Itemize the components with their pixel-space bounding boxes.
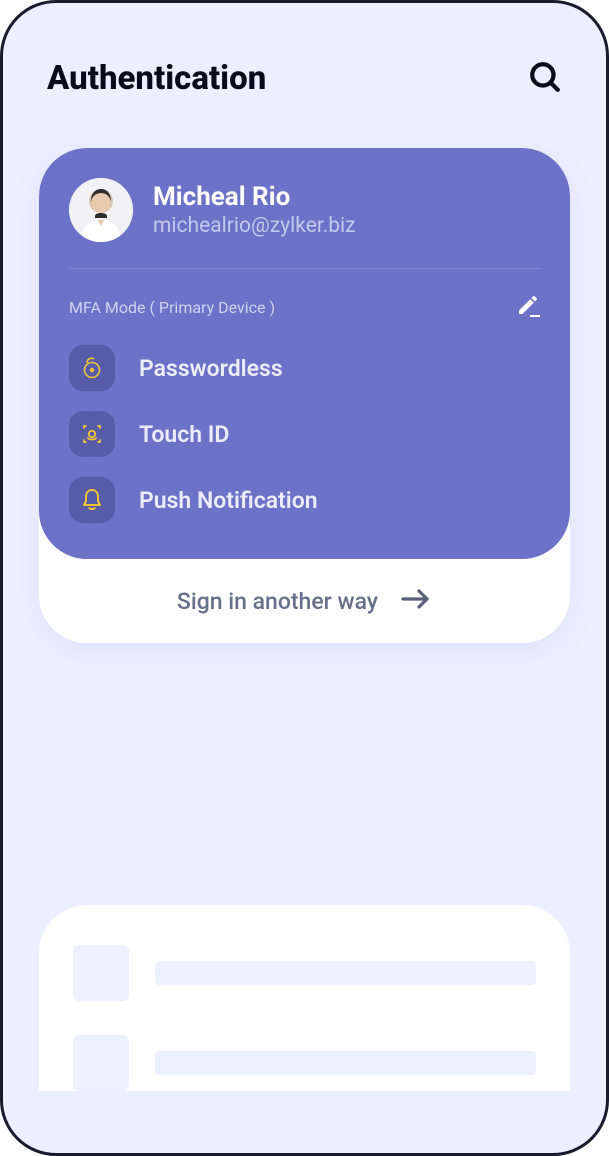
auth-card-wrapper: Micheal Rio michealrio@zylker.biz MFA Mo…	[39, 148, 570, 643]
mfa-item-label: Touch ID	[139, 421, 229, 448]
skeleton-card	[39, 905, 570, 1091]
skeleton-square	[73, 1035, 129, 1091]
divider	[69, 268, 540, 269]
skeleton-bar	[155, 1051, 536, 1075]
profile-email: michealrio@zylker.biz	[153, 214, 356, 238]
page-title: Authentication	[47, 59, 266, 98]
profile-name: Micheal Rio	[153, 182, 356, 212]
auth-card: Micheal Rio michealrio@zylker.biz MFA Mo…	[39, 148, 570, 559]
profile-row: Micheal Rio michealrio@zylker.biz	[69, 178, 540, 242]
skeleton-row	[73, 1035, 536, 1091]
mfa-item-label: Passwordless	[139, 355, 283, 382]
mfa-item-label: Push Notification	[139, 487, 318, 514]
mfa-header: MFA Mode ( Primary Device )	[69, 293, 540, 321]
profile-info: Micheal Rio michealrio@zylker.biz	[153, 182, 356, 238]
signin-label: Sign in another way	[177, 588, 378, 615]
touchid-icon	[69, 411, 115, 457]
skeleton-square	[73, 945, 129, 1001]
mfa-mode-label: MFA Mode ( Primary Device )	[69, 298, 275, 317]
mfa-item-touchid[interactable]: Touch ID	[69, 411, 540, 457]
mfa-item-passwordless[interactable]: Passwordless	[69, 345, 540, 391]
skeleton-row	[73, 945, 536, 1001]
arrow-right-icon	[400, 587, 432, 615]
passwordless-icon	[69, 345, 115, 391]
phone-frame: Authentication	[0, 0, 609, 1156]
mfa-item-push[interactable]: Push Notification	[69, 477, 540, 523]
header: Authentication	[3, 3, 606, 130]
edit-icon[interactable]	[516, 293, 540, 321]
avatar	[69, 178, 133, 242]
signin-another-way[interactable]: Sign in another way	[39, 559, 570, 643]
push-icon	[69, 477, 115, 523]
mfa-list: Passwordless Touch ID	[69, 345, 540, 523]
skeleton-bar	[155, 961, 536, 985]
search-icon[interactable]	[528, 60, 562, 98]
